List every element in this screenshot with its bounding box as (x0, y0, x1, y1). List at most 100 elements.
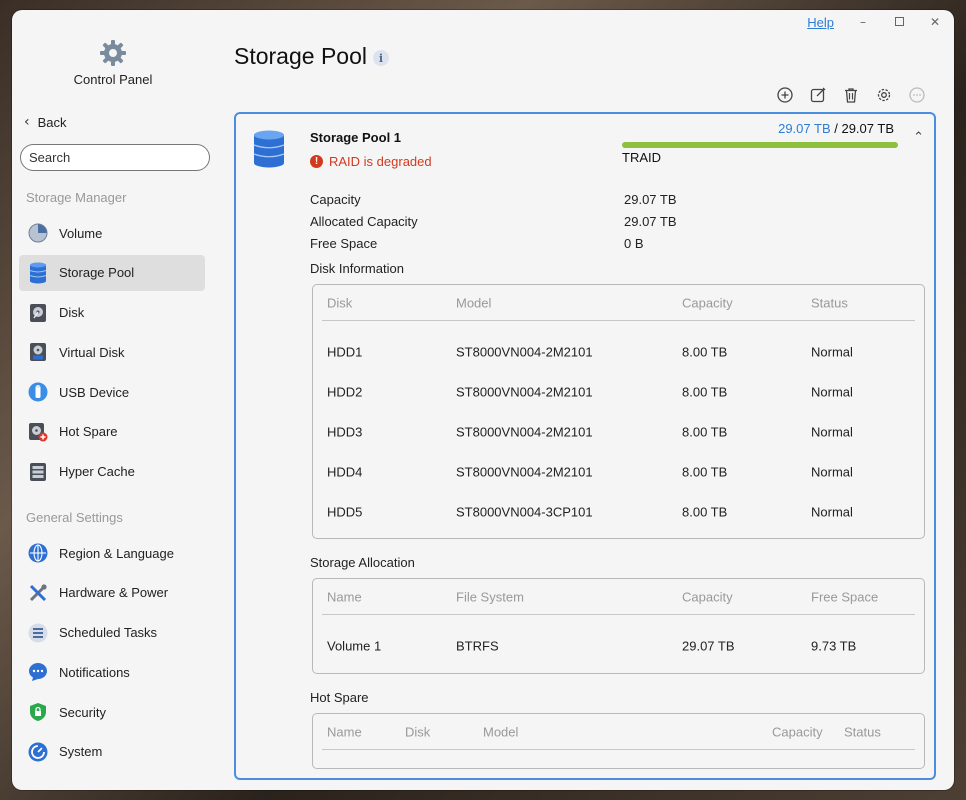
section-storage-manager: Storage Manager (26, 190, 127, 205)
sidebar-item-volume[interactable]: Volume (19, 215, 205, 251)
sidebar-item-virtual-disk[interactable]: Virtual Disk (19, 334, 205, 370)
sidebar-item-label: Storage Pool (59, 265, 135, 281)
sidebar-item-security[interactable]: Security (19, 694, 205, 730)
delete-icon[interactable] (842, 86, 860, 104)
hot-spare-heading: Hot Spare (310, 690, 369, 705)
storage-allocation-heading: Storage Allocation (310, 555, 415, 570)
sidebar-item-hardware-power[interactable]: Hardware & Power (19, 575, 205, 611)
sidebar-item-system[interactable]: System (19, 734, 205, 770)
usage-bar (622, 142, 898, 148)
cell-disk: HDD5 (327, 504, 363, 520)
sidebar-item-hyper-cache[interactable]: Hyper Cache (19, 454, 205, 490)
virtual-disk-icon (27, 341, 49, 363)
cell-free-space: 9.73 TB (811, 638, 857, 654)
chevron-left-icon: ‹ (24, 114, 30, 130)
page-title: Storage Pool (234, 43, 367, 69)
general-nav: Region & Language Hardware & Power Sched… (19, 535, 205, 774)
table-row[interactable]: Volume 1 BTRFS 29.07 TB 9.73 TB (322, 626, 915, 666)
free-space-label: Free Space (310, 236, 378, 251)
search-input[interactable] (29, 150, 205, 165)
storage-pool-card[interactable]: Storage Pool 1 ! RAID is degraded 29.07 … (234, 112, 936, 780)
column-header: Name (327, 589, 362, 604)
main-content: Storage Pool i Storage Pool 1 ! RAID is … (234, 10, 954, 790)
raid-type: TRAID (622, 150, 661, 165)
table-row[interactable]: HDD4 ST8000VN004-2M2101 8.00 TB Normal (322, 452, 915, 492)
warning-icon: ! (310, 155, 323, 168)
app-title: Control Panel (73, 72, 153, 87)
column-header: Status (844, 724, 881, 739)
toolbar (776, 86, 926, 104)
tasks-icon (27, 622, 49, 644)
section-general-settings: General Settings (26, 510, 123, 525)
control-panel-window: Help – ✕ Control Panel ‹ Back Search Sto… (12, 10, 954, 790)
settings-icon[interactable] (875, 86, 893, 104)
search-box (20, 144, 210, 171)
cell-status: Normal (811, 424, 853, 440)
sidebar-item-hot-spare[interactable]: Hot Spare (19, 414, 205, 450)
sidebar-item-label: Scheduled Tasks (59, 625, 158, 641)
pool-status-text: RAID is degraded (329, 154, 432, 169)
database-icon (253, 130, 285, 168)
cell-status: Normal (811, 464, 853, 480)
sidebar-item-label: Region & Language (59, 545, 174, 561)
usage-text: 29.07 TB / 29.07 TB (778, 121, 894, 136)
sidebar-item-label: USB Device (59, 384, 130, 400)
disk-information-table: Disk Model Capacity Status HDD1 ST8000VN… (312, 284, 925, 539)
sidebar-item-region-language[interactable]: Region & Language (19, 535, 205, 571)
info-icon[interactable]: i (372, 50, 389, 66)
table-header: Disk Model Capacity Status (322, 285, 915, 321)
storage-allocation-table: Name File System Capacity Free Space Vol… (312, 578, 925, 674)
cell-capacity: 8.00 TB (682, 384, 728, 400)
used-capacity: 29.07 TB (778, 121, 831, 136)
sidebar-item-usb-device[interactable]: USB Device (19, 374, 205, 410)
sidebar-item-label: Hyper Cache (59, 464, 135, 480)
column-header: Model (456, 295, 492, 310)
column-header: Disk (405, 724, 431, 739)
capacity-label: Capacity (310, 192, 361, 207)
column-header: Capacity (772, 724, 823, 739)
column-header: Name (327, 724, 362, 739)
column-header: Free Space (811, 589, 879, 604)
column-header: File System (456, 589, 524, 604)
sidebar-item-storage-pool[interactable]: Storage Pool (19, 254, 205, 291)
cell-model: ST8000VN004-2M2101 (456, 464, 593, 480)
pool-status: ! RAID is degraded (310, 154, 432, 169)
hyper-cache-icon (27, 461, 49, 483)
back-button[interactable]: ‹ Back (24, 114, 67, 130)
database-icon (27, 262, 49, 284)
cell-capacity: 8.00 TB (682, 464, 728, 480)
cell-model: ST8000VN004-3CP101 (456, 504, 593, 520)
sidebar-item-disk[interactable]: Disk (19, 295, 205, 331)
table-row[interactable]: HDD2 ST8000VN004-2M2101 8.00 TB Normal (322, 372, 915, 412)
free-space-value: 0 B (624, 236, 644, 251)
total-capacity: 29.07 TB (841, 121, 894, 136)
cell-disk: HDD1 (327, 344, 363, 360)
edit-icon[interactable] (809, 86, 827, 104)
disk-information-heading: Disk Information (310, 261, 404, 276)
tools-icon (27, 582, 49, 604)
hard-disk-icon (27, 302, 49, 324)
column-header: Capacity (682, 295, 733, 310)
hot-spare-table: Name Disk Model Capacity Status (312, 713, 925, 769)
sidebar-item-scheduled-tasks[interactable]: Scheduled Tasks (19, 615, 205, 651)
table-row[interactable]: HDD3 ST8000VN004-2M2101 8.00 TB Normal (322, 412, 915, 452)
table-row[interactable]: HDD1 ST8000VN004-2M2101 8.00 TB Normal (322, 332, 915, 372)
globe-icon (27, 542, 49, 564)
cell-model: ST8000VN004-2M2101 (456, 384, 593, 400)
column-header: Capacity (682, 589, 733, 604)
sidebar-item-label: Security (59, 704, 106, 720)
cell-disk: HDD3 (327, 424, 363, 440)
sidebar-item-label: Volume (59, 225, 103, 241)
cell-capacity: 29.07 TB (682, 638, 735, 654)
chevron-up-icon[interactable]: ⌃ (913, 130, 924, 145)
sidebar-item-label: Hot Spare (59, 424, 118, 440)
sidebar-item-notifications[interactable]: Notifications (19, 654, 205, 690)
add-icon[interactable] (776, 86, 794, 104)
table-row[interactable]: HDD5 ST8000VN004-3CP101 8.00 TB Normal (322, 492, 915, 532)
cell-name: Volume 1 (327, 638, 382, 654)
more-icon (908, 86, 926, 104)
hot-spare-icon (27, 421, 49, 443)
sidebar-item-label: Virtual Disk (59, 344, 125, 360)
cell-status: Normal (811, 344, 853, 360)
table-header: Name File System Capacity Free Space (322, 579, 915, 615)
